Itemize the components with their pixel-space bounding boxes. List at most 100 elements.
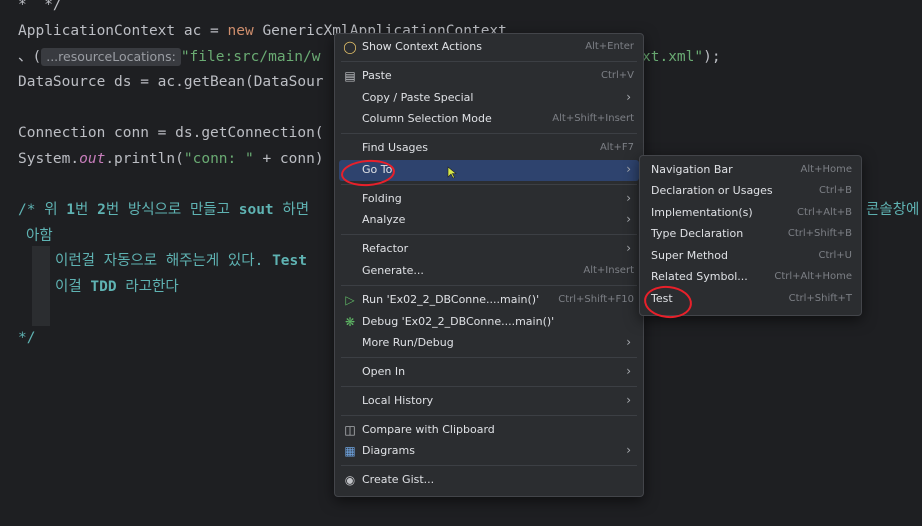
menu-item-paste[interactable]: ▤ Paste Ctrl+V — [339, 66, 639, 87]
chevron-right-icon: › — [626, 393, 631, 407]
menu-item-shortcut: Ctrl+Shift+T — [788, 293, 852, 304]
comment-text: 번 — [75, 202, 98, 218]
menu-item-shortcut: Ctrl+Shift+B — [787, 228, 852, 239]
menu-item-find-usages[interactable]: Find Usages Alt+F7 — [339, 138, 639, 159]
menu-item-shortcut: Ctrl+U — [818, 250, 853, 261]
menu-item-label: Run 'Ex02_2_DBConne....main()' — [362, 293, 540, 306]
comment-line: 이런걸 자동으로 해주는게 있다. Test — [55, 251, 307, 271]
menu-item-column-selection-mode[interactable]: Column Selection Mode Alt+Shift+Insert — [339, 109, 639, 130]
menu-item-shortcut: Alt+Enter — [585, 41, 634, 52]
submenu-item-type-declaration[interactable]: Type Declaration Ctrl+Shift+B — [644, 224, 857, 245]
menu-item-shortcut: Ctrl+B — [818, 185, 852, 196]
menu-separator — [341, 357, 637, 358]
keyword: new — [227, 23, 254, 39]
compare-icon: ◫ — [344, 423, 356, 437]
menu-item-label: Create Gist... — [362, 473, 435, 486]
indent-guide — [32, 246, 50, 326]
menu-item-shortcut: Alt+Home — [800, 164, 852, 175]
submenu-item-declaration-or-usages[interactable]: Declaration or Usages Ctrl+B — [644, 181, 857, 202]
comment-line: */ — [18, 330, 36, 346]
code-text: 、( — [18, 49, 42, 65]
menu-item-shortcut: Ctrl+Alt+Home — [774, 271, 852, 282]
menu-item-shortcut: Alt+F7 — [599, 142, 634, 153]
submenu-item-navigation-bar[interactable]: Navigation Bar Alt+Home — [644, 160, 857, 181]
menu-separator — [341, 285, 637, 286]
submenu-item-super-method[interactable]: Super Method Ctrl+U — [644, 246, 857, 267]
comment-bold: 1 — [66, 202, 75, 218]
comment-line: 아함 — [26, 228, 53, 244]
menu-item-folding[interactable]: Folding › — [339, 189, 639, 210]
menu-item-label: Declaration or Usages — [651, 184, 773, 197]
menu-separator — [341, 415, 637, 416]
comment-text: 번 방식으로 만들고 — [105, 202, 239, 218]
comment-line: 이걸 TDD 라고한다 — [55, 277, 179, 297]
menu-item-debug[interactable]: ❋ Debug 'Ex02_2_DBConne....main()' — [339, 312, 639, 333]
menu-item-label: Diagrams — [362, 444, 415, 457]
menu-separator — [341, 133, 637, 134]
chevron-right-icon: › — [626, 364, 631, 378]
menu-item-more-run-debug[interactable]: More Run/Debug › — [339, 333, 639, 354]
menu-item-shortcut: Alt+Insert — [583, 265, 634, 276]
menu-item-shortcut: Ctrl+Alt+B — [797, 207, 852, 218]
menu-item-label: Compare with Clipboard — [362, 423, 495, 436]
diagram-icon: ▦ — [344, 444, 356, 458]
chevron-right-icon: › — [626, 335, 631, 349]
menu-item-label: Folding — [362, 192, 402, 205]
menu-item-copy-paste-special[interactable]: Copy / Paste Special › — [339, 88, 639, 109]
code-text: + conn) — [253, 151, 324, 167]
comment-bold: sout — [238, 202, 274, 218]
menu-item-shortcut: Ctrl+Shift+F10 — [558, 294, 634, 305]
clipboard-icon: ▤ — [344, 69, 356, 83]
menu-item-label: Generate... — [362, 264, 424, 277]
comment-bold: 2 — [97, 202, 106, 218]
menu-item-shortcut: Alt+Shift+Insert — [552, 113, 634, 124]
comment-text: 이걸 — [55, 279, 91, 295]
code-text: ApplicationContext ac = — [18, 23, 228, 39]
menu-separator — [341, 465, 637, 466]
submenu-item-related-symbol[interactable]: Related Symbol... Ctrl+Alt+Home — [644, 267, 857, 288]
run-icon: ▷ — [345, 293, 355, 307]
code-line: System.out.println("conn: " + conn) — [18, 149, 324, 169]
menu-item-generate[interactable]: Generate... Alt+Insert — [339, 261, 639, 282]
mouse-cursor-icon — [447, 166, 457, 179]
string-literal: xt.xml" — [642, 49, 704, 65]
chevron-right-icon: › — [626, 90, 631, 104]
static-field: out — [79, 151, 106, 167]
menu-item-shortcut: Ctrl+V — [600, 70, 634, 81]
menu-item-label: Refactor — [362, 242, 409, 255]
menu-item-label: Find Usages — [362, 141, 429, 154]
menu-item-label: Show Context Actions — [362, 40, 482, 53]
menu-item-run[interactable]: ▷ Run 'Ex02_2_DBConne....main()' Ctrl+Shif… — [339, 290, 639, 311]
menu-item-label: More Run/Debug — [362, 336, 454, 349]
menu-item-refactor[interactable]: Refactor › — [339, 239, 639, 260]
submenu-item-implementations[interactable]: Implementation(s) Ctrl+Alt+B — [644, 203, 857, 224]
menu-item-analyze[interactable]: Analyze › — [339, 210, 639, 231]
menu-item-create-gist[interactable]: ◉ Create Gist... — [339, 470, 639, 491]
menu-separator — [341, 234, 637, 235]
comment-text: 이런걸 자동으로 해주는게 있다. — [55, 253, 273, 269]
comment-bold: TDD — [90, 279, 117, 295]
menu-item-local-history[interactable]: Local History › — [339, 391, 639, 412]
chevron-right-icon: › — [626, 241, 631, 255]
menu-item-label: Paste — [362, 69, 392, 82]
code-line: * */ — [18, 0, 62, 13]
code-line-tail: xt.xml"); — [642, 47, 721, 67]
comment-bold: Test — [272, 253, 307, 269]
menu-item-diagrams[interactable]: ▦ Diagrams › — [339, 441, 639, 462]
menu-item-label: Type Declaration — [651, 227, 744, 240]
menu-item-label: Open In — [362, 365, 406, 378]
menu-item-label: Copy / Paste Special — [362, 91, 474, 104]
menu-separator — [341, 184, 637, 185]
string-literal: "file:src/main/w — [180, 49, 321, 65]
code-line: Connection conn = ds.getConnection( — [18, 125, 324, 141]
menu-item-open-in[interactable]: Open In › — [339, 362, 639, 383]
chevron-right-icon: › — [626, 212, 631, 226]
code-line: DataSource ds = ac.getBean(DataSour — [18, 74, 324, 90]
menu-item-compare-with-clipboard[interactable]: ◫ Compare with Clipboard — [339, 420, 639, 441]
menu-item-label: Column Selection Mode — [362, 112, 492, 125]
code-text: ); — [703, 49, 721, 65]
code-line: 、(...resourceLocations: "file:src/main/w — [18, 47, 321, 67]
github-icon: ◉ — [344, 473, 356, 487]
menu-item-label: Debug 'Ex02_2_DBConne....main()' — [362, 315, 555, 328]
menu-item-show-context-actions[interactable]: ◯ Show Context Actions Alt+Enter — [339, 37, 639, 58]
